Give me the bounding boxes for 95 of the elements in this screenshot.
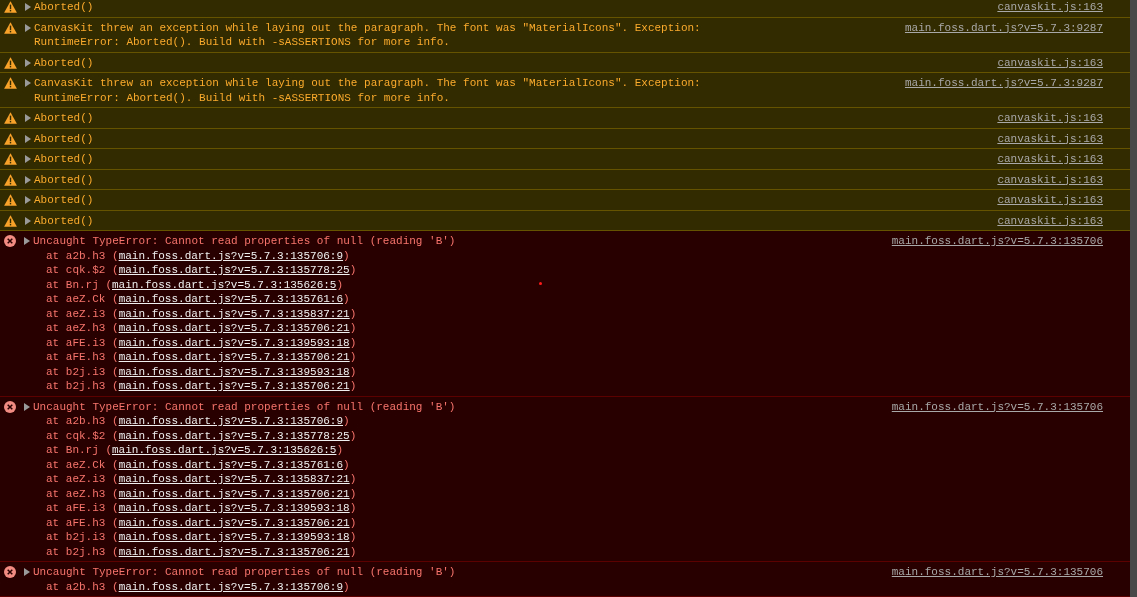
stack-frame: at a2b.h3 (main.foss.dart.js?v=5.7.3:135706:9) <box>46 248 350 263</box>
source-link[interactable]: main.foss.dart.js?v=5.7.3:135706:21 <box>118 516 350 529</box>
caret-icon[interactable] <box>25 114 31 122</box>
source-link[interactable]: main.foss.dart.js?v=5.7.3:135706:21 <box>118 545 350 558</box>
message-text: Uncaught TypeError: Cannot read properties of null (reading 'B') <box>33 399 456 414</box>
source-link[interactable]: main.foss.dart.js?v=5.7.3:135761:6 <box>118 293 344 305</box>
message-text: Aborted() <box>34 193 94 208</box>
stack-frame: at aFE.h3 (main.foss.dart.js?v=5.7.3:135706:21) <box>46 350 357 365</box>
warning-icon <box>4 132 17 145</box>
dot-icon <box>539 282 542 285</box>
stack-frame: at aeZ.h3 (main.foss.dart.js?v=5.7.3:135706:21) <box>46 321 357 336</box>
error-icon <box>4 400 16 413</box>
stack-frame: at b2j.i3 (main.foss.dart.js?v=5.7.3:139593:18) <box>46 364 357 379</box>
source-link[interactable]: main.foss.dart.js?v=5.7.3:135626:5 <box>112 444 337 456</box>
message-text: CanvasKit threw an exception while laying out the paragraph. The font was "MaterialIcons". Exception: RuntimeError: Aborted(). Build with -sASSERTIONS for more info. <box>34 20 701 50</box>
source-link[interactable]: main.foss.dart.js?v=5.7.3:139593:18 <box>118 531 350 543</box>
caret-icon[interactable] <box>25 175 31 184</box>
caret-icon[interactable] <box>25 196 31 204</box>
source-link[interactable]: main.foss.dart.js?v=5.7.3:135706:21 <box>118 322 350 334</box>
message-text: Aborted() <box>34 111 94 126</box>
stack-frame: at cqk.$2 (main.foss.dart.js?v=5.7.3:135778:25) <box>46 263 357 278</box>
source-link[interactable]: canvaskit.js:163 <box>997 152 1103 167</box>
caret-icon[interactable] <box>24 402 30 411</box>
message-text: Aborted() <box>34 152 94 167</box>
warning-icon <box>4 153 17 165</box>
source-link[interactable]: canvaskit.js:163 <box>997 55 1103 70</box>
error-icon <box>4 235 16 247</box>
stack-frame: at aeZ.Ck (main.foss.dart.js?v=5.7.3:135761:6) <box>46 292 350 307</box>
caret-icon[interactable] <box>25 58 31 67</box>
error-icon <box>4 566 16 578</box>
source-link[interactable]: main.foss.dart.js?v=5.7.3:139593:18 <box>118 365 350 378</box>
message-text: Aborted() <box>34 55 94 70</box>
message-text: Aborted() <box>34 172 94 187</box>
stack-frame: at Bn.rj (main.foss.dart.js?v=5.7.3:135626:5) <box>46 277 344 292</box>
message-text: Aborted() <box>34 0 94 15</box>
source-link[interactable]: main.foss.dart.js?v=5.7.3:139593:18 <box>118 502 350 514</box>
caret-icon[interactable] <box>25 79 31 87</box>
source-link[interactable]: main.foss.dart.js?v=5.7.3:135706:9 <box>118 249 344 262</box>
source-link[interactable]: main.foss.dart.js?v=5.7.3:135706:21 <box>118 380 350 392</box>
stack-frame: at b2j.h3 (main.foss.dart.js?v=5.7.3:135706:21) <box>46 379 357 394</box>
caret-icon[interactable] <box>25 3 31 11</box>
stack-frame: at cqk.$2 (main.foss.dart.js?v=5.7.3:135778:25) <box>46 428 357 443</box>
source-link[interactable]: main.foss.dart.js?v=5.7.3:135778:25 <box>118 429 350 442</box>
warning-icon <box>4 214 17 227</box>
caret-icon[interactable] <box>24 568 30 576</box>
stack-frame: at aFE.h3 (main.foss.dart.js?v=5.7.3:135706:21) <box>46 515 357 530</box>
caret-icon[interactable] <box>25 216 31 225</box>
warning-icon <box>4 112 17 124</box>
stack-frame: at aeZ.i3 (main.foss.dart.js?v=5.7.3:135837:21) <box>46 472 357 487</box>
source-link[interactable]: canvaskit.js:163 <box>997 111 1103 126</box>
warning-icon <box>4 21 17 34</box>
source-link[interactable]: canvaskit.js:163 <box>997 131 1103 146</box>
source-link[interactable]: main.foss.dart.js?v=5.7.3:139593:18 <box>118 336 350 349</box>
message-text: Aborted() <box>34 213 94 228</box>
scrollbar[interactable] <box>1130 0 1137 597</box>
stack-frame: at b2j.i3 (main.foss.dart.js?v=5.7.3:139593:18) <box>46 530 357 545</box>
source-link[interactable]: canvaskit.js:163 <box>997 0 1103 15</box>
stack-frame: at aeZ.Ck (main.foss.dart.js?v=5.7.3:135761:6) <box>46 457 350 472</box>
message-text: Uncaught TypeError: Cannot read properties of null (reading 'B') <box>33 234 456 249</box>
source-link[interactable]: main.foss.dart.js?v=5.7.3:135706:21 <box>118 487 350 500</box>
caret-icon[interactable] <box>24 237 30 245</box>
source-link[interactable]: main.foss.dart.js?v=5.7.3:9287 <box>904 76 1103 91</box>
message-text: Uncaught TypeError: Cannot read properties of null (reading 'B') <box>33 565 456 580</box>
source-link[interactable]: main.foss.dart.js?v=5.7.3:135761:6 <box>118 458 344 471</box>
source-link[interactable]: main.foss.dart.js?v=5.7.3:135626:5 <box>112 278 337 291</box>
warning-icon <box>4 173 17 186</box>
stack-frame: at b2j.h3 (main.foss.dart.js?v=5.7.3:135706:21) <box>46 544 357 559</box>
source-link[interactable]: main.foss.dart.js?v=5.7.3:9287 <box>904 20 1103 35</box>
stack-frame: at aFE.i3 (main.foss.dart.js?v=5.7.3:139593:18) <box>46 335 357 350</box>
stack-frame: at a2b.h3 (main.foss.dart.js?v=5.7.3:135706:9) <box>46 414 350 429</box>
caret-icon[interactable] <box>25 23 31 32</box>
message-text: CanvasKit threw an exception while laying out the paragraph. The font was "MaterialIcons". Exception: RuntimeError: Aborted(). Build with -sASSERTIONS for more info. <box>34 76 701 105</box>
stack-frame: at aeZ.h3 (main.foss.dart.js?v=5.7.3:135706:21) <box>46 486 357 501</box>
source-link[interactable]: main.foss.dart.js?v=5.7.3:135706:9 <box>118 415 344 427</box>
source-link[interactable]: main.foss.dart.js?v=5.7.3:135778:25 <box>118 264 350 276</box>
warning-icon <box>4 194 17 206</box>
stack-frame: at aFE.i3 (main.foss.dart.js?v=5.7.3:139593:18) <box>46 501 357 516</box>
source-link[interactable]: canvaskit.js:163 <box>997 213 1103 228</box>
caret-icon[interactable] <box>25 155 31 163</box>
source-link[interactable]: canvaskit.js:163 <box>997 193 1103 208</box>
source-link[interactable]: main.foss.dart.js?v=5.7.3:135706:21 <box>118 351 350 363</box>
warning-icon <box>4 56 17 69</box>
source-link[interactable]: main.foss.dart.js?v=5.7.3:135706 <box>891 565 1103 580</box>
message-text: Aborted() <box>34 131 94 146</box>
source-link[interactable]: main.foss.dart.js?v=5.7.3:135837:21 <box>118 473 350 485</box>
stack-frame: at a2b.h3 (main.foss.dart.js?v=5.7.3:135706:9) <box>46 579 350 594</box>
source-link[interactable]: main.foss.dart.js?v=5.7.3:135706 <box>891 234 1103 249</box>
warning-icon <box>4 77 17 89</box>
source-link[interactable]: canvaskit.js:163 <box>997 172 1103 187</box>
source-link[interactable]: main.foss.dart.js?v=5.7.3:135837:21 <box>118 307 350 320</box>
stack-frame: at aeZ.i3 (main.foss.dart.js?v=5.7.3:135837:21) <box>46 306 357 321</box>
caret-icon[interactable] <box>25 134 31 143</box>
stack-frame: at Bn.rj (main.foss.dart.js?v=5.7.3:135626:5) <box>46 443 344 458</box>
source-link[interactable]: main.foss.dart.js?v=5.7.3:135706:9 <box>118 580 344 593</box>
source-link[interactable]: main.foss.dart.js?v=5.7.3:135706 <box>891 399 1103 414</box>
